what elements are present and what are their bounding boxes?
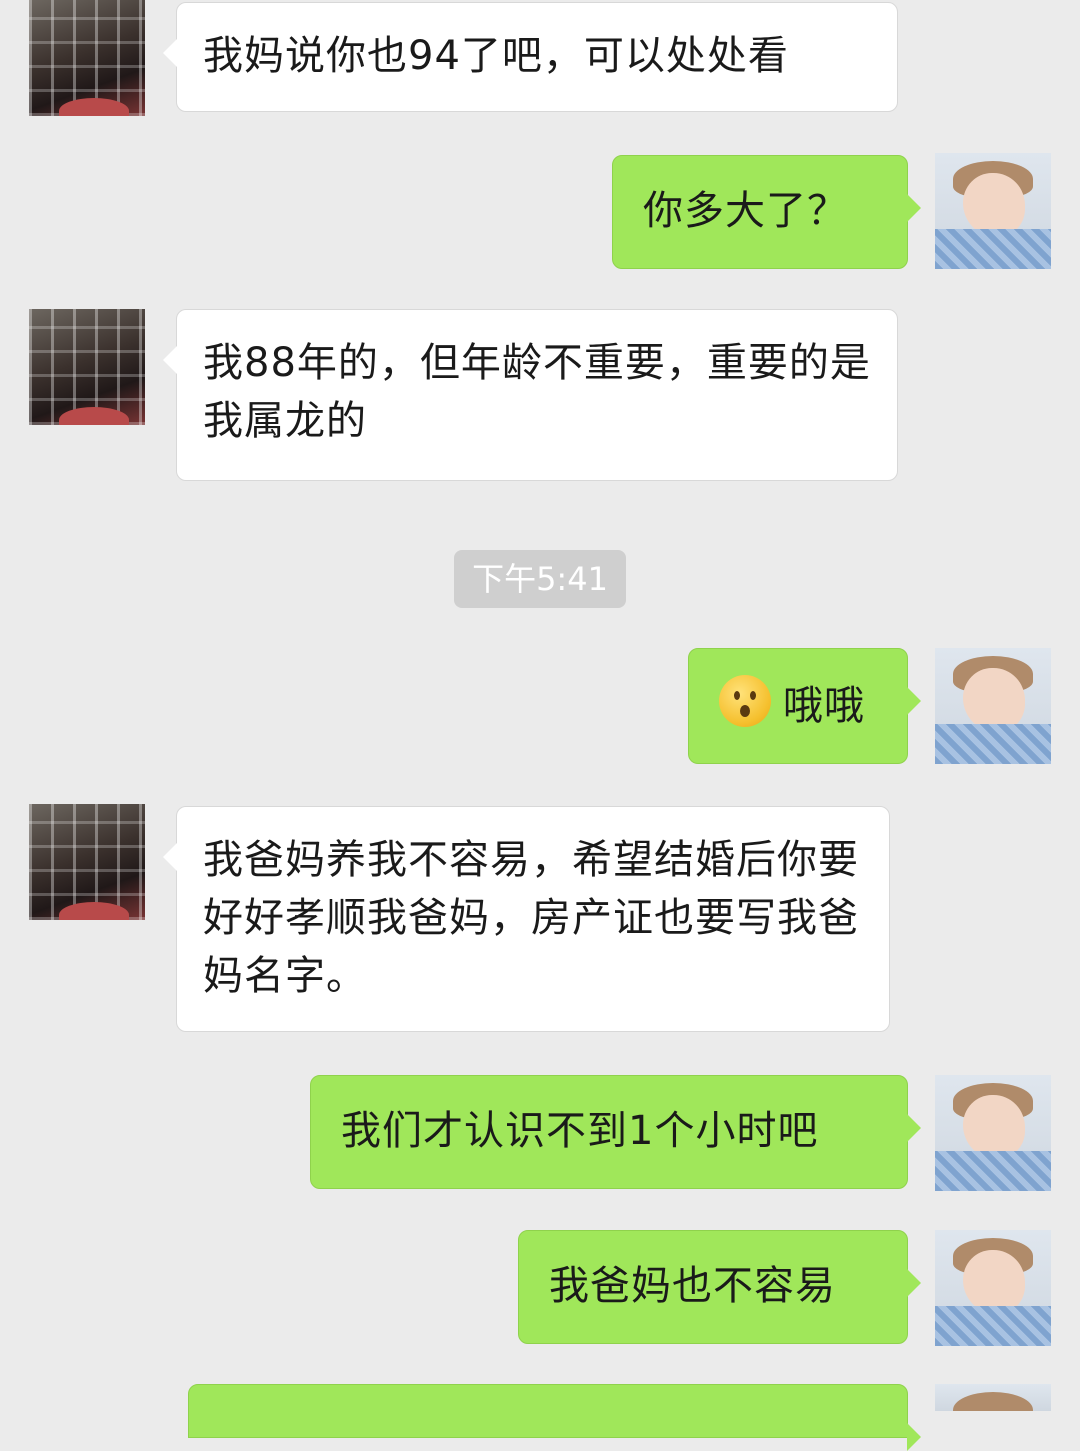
outgoing-message[interactable]: 我们才认识不到1个小时吧	[310, 1075, 921, 1189]
outgoing-message[interactable]	[188, 1384, 921, 1451]
incoming-message[interactable]: 我爸妈养我不容易，希望结婚后你要好好孝顺我爸妈，房产证也要写我爸妈名字。	[163, 806, 890, 1032]
outgoing-message[interactable]: 我爸妈也不容易	[518, 1230, 921, 1344]
chat-area: 我妈说你也94了吧，可以处处看 你多大了？ 我88年的，但年龄不重要，重要的是我…	[0, 0, 1080, 1451]
outgoing-message[interactable]: 哦哦	[688, 648, 921, 764]
message-text: 我们才认识不到1个小时吧	[341, 1108, 819, 1154]
contact-avatar[interactable]	[29, 804, 145, 920]
message-text: 你多大了？	[643, 188, 848, 234]
user-avatar[interactable]	[935, 153, 1051, 269]
user-avatar[interactable]	[935, 1075, 1051, 1191]
timestamp: 下午5:41	[454, 550, 626, 608]
user-avatar[interactable]	[935, 648, 1051, 764]
hushed-face-emoji	[719, 675, 771, 727]
incoming-message[interactable]: 我88年的，但年龄不重要，重要的是我属龙的	[163, 309, 898, 481]
user-avatar[interactable]	[935, 1230, 1051, 1346]
incoming-message[interactable]: 我妈说你也94了吧，可以处处看	[163, 2, 898, 112]
message-text: 我妈说你也94了吧，可以处处看	[203, 33, 789, 79]
outgoing-message[interactable]: 你多大了？	[612, 155, 921, 269]
contact-avatar[interactable]	[29, 309, 145, 425]
message-text: 我88年的，但年龄不重要，重要的是我属龙的	[203, 340, 871, 444]
user-avatar[interactable]	[935, 1384, 1051, 1411]
message-text: 哦哦	[783, 683, 865, 729]
message-text: 我爸妈养我不容易，希望结婚后你要好好孝顺我爸妈，房产证也要写我爸妈名字。	[203, 837, 859, 999]
message-text: 我爸妈也不容易	[549, 1263, 836, 1309]
contact-avatar[interactable]	[29, 0, 145, 116]
